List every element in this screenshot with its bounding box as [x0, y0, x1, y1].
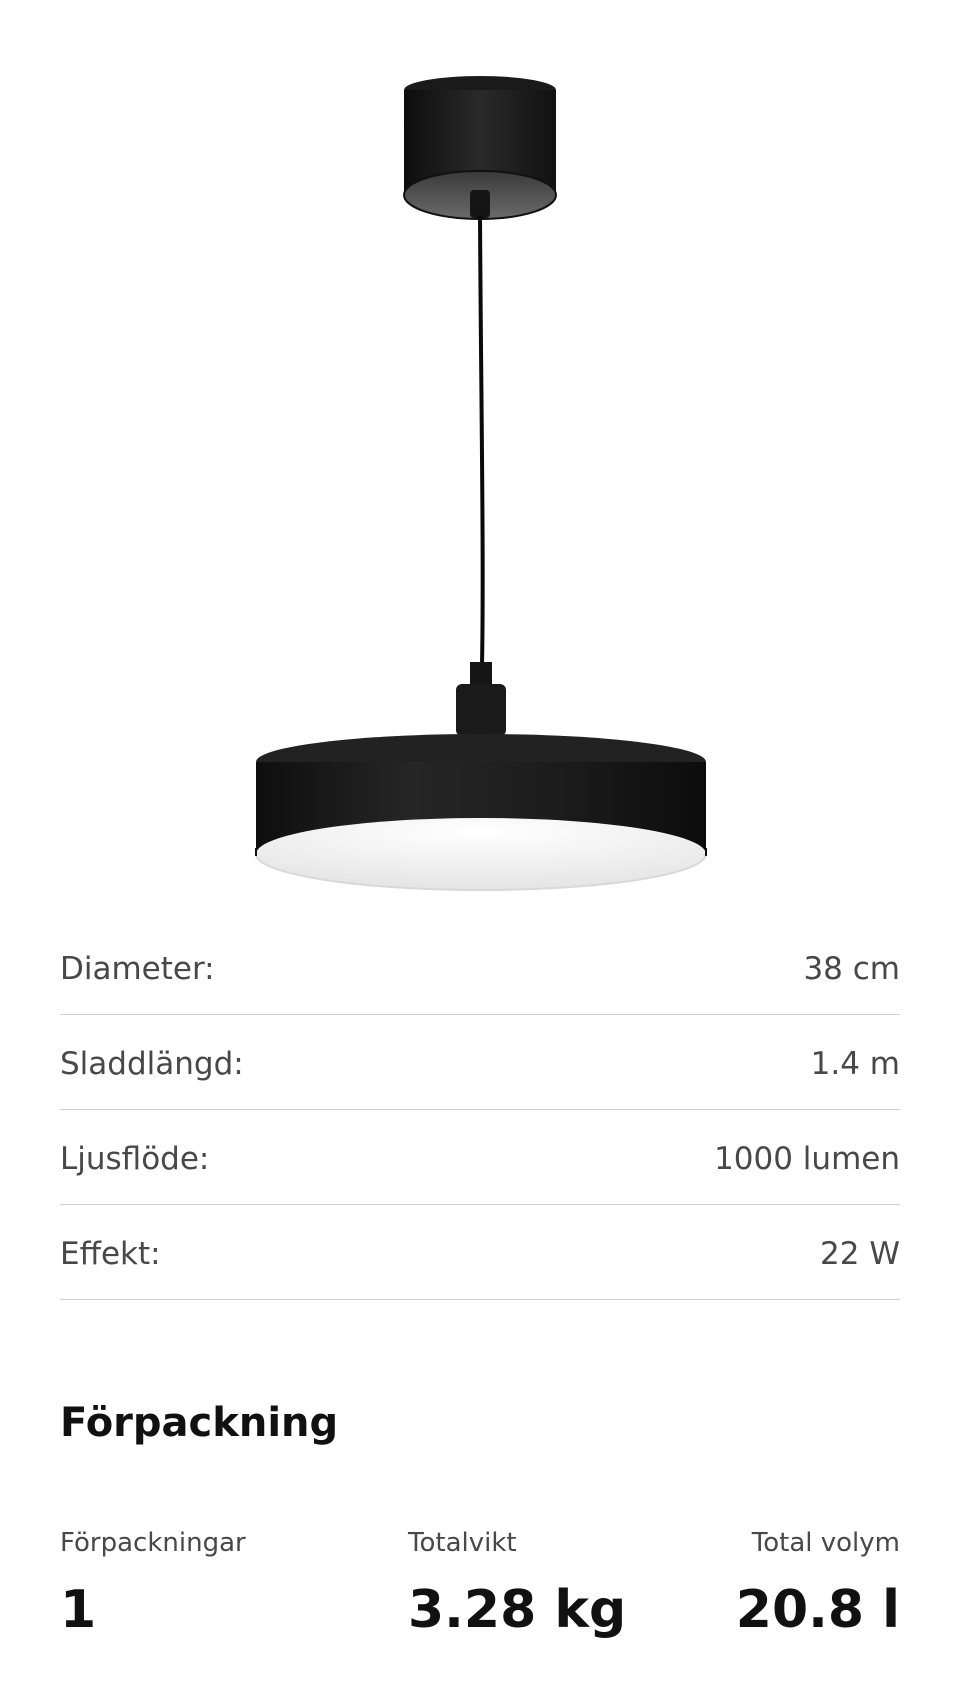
packaging-heading: Förpackning — [60, 1400, 339, 1446]
specs-list: Diameter: 38 cm Sladdlängd: 1.4 m Ljusfl… — [60, 920, 900, 1300]
packaging-stats: Förpackningar 1 Totalvikt 3.28 kg Total … — [60, 1528, 900, 1648]
product-details-page: Diameter: 38 cm Sladdlängd: 1.4 m Ljusfl… — [0, 0, 960, 1683]
spec-value: 38 cm — [803, 951, 900, 987]
total-weight-value: 3.28 kg — [408, 1580, 627, 1640]
package-count-stat: Förpackningar 1 — [60, 1528, 246, 1640]
product-image[interactable] — [0, 0, 960, 900]
spec-row-cord-length: Sladdlängd: 1.4 m — [60, 1015, 900, 1110]
pendant-lamp-icon — [255, 76, 707, 891]
spec-label: Effekt: — [60, 1236, 161, 1272]
spec-label: Diameter: — [60, 951, 215, 987]
spec-row-diameter: Diameter: 38 cm — [60, 920, 900, 1015]
total-volume-stat: Total volym 20.8 l — [736, 1528, 900, 1640]
spec-row-luminous-flux: Ljusflöde: 1000 lumen — [60, 1110, 900, 1205]
spec-value: 1.4 m — [810, 1046, 900, 1082]
spec-value: 22 W — [820, 1236, 900, 1272]
total-volume-value: 20.8 l — [735, 1580, 900, 1640]
total-volume-label: Total volym — [751, 1528, 900, 1558]
total-weight-stat: Totalvikt 3.28 kg — [408, 1528, 626, 1640]
spec-row-power: Effekt: 22 W — [60, 1205, 900, 1300]
total-weight-label: Totalvikt — [408, 1528, 517, 1558]
package-count-value: 1 — [60, 1580, 97, 1640]
package-count-label: Förpackningar — [60, 1528, 246, 1558]
spec-label: Ljusflöde: — [60, 1141, 210, 1177]
spec-label: Sladdlängd: — [60, 1046, 244, 1082]
spec-value: 1000 lumen — [714, 1141, 900, 1177]
